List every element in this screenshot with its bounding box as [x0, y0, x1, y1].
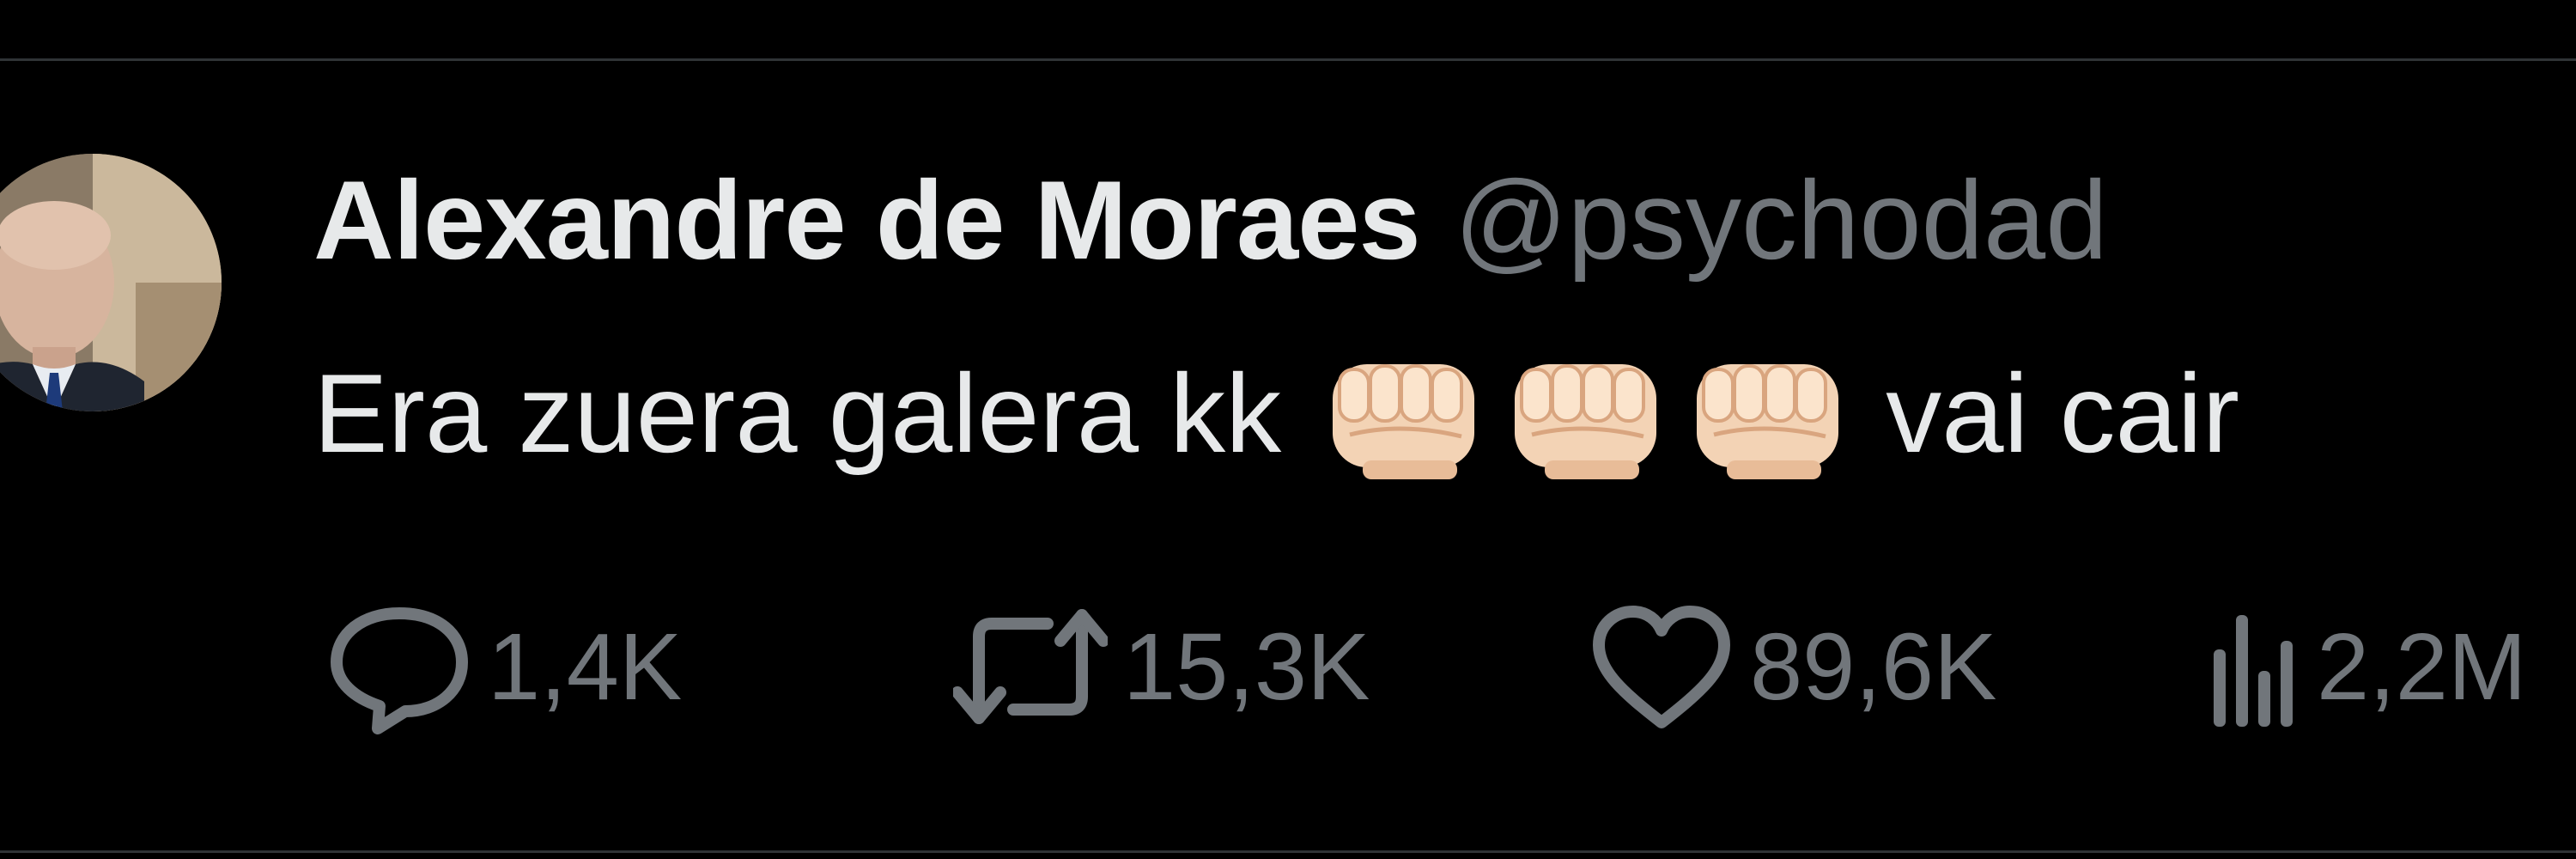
oncoming-fist-icon: [1315, 340, 1496, 486]
retweet-count: 15,3K: [1123, 613, 1370, 720]
retweet-icon: [953, 598, 1108, 735]
views-button[interactable]: 2,2M: [2207, 598, 2550, 735]
retweet-button[interactable]: 15,3K: [953, 598, 1589, 735]
avatar[interactable]: [0, 154, 222, 411]
reply-count: 1,4K: [488, 613, 683, 720]
oncoming-fist-icon: [1680, 340, 1860, 486]
tweet-text-before-emoji: Era zuera galera kk: [313, 350, 1282, 476]
views-chart-icon: [2207, 598, 2301, 735]
reply-button[interactable]: 1,4K: [326, 598, 953, 735]
author-display-name[interactable]: Alexandre de Moraes: [313, 155, 1421, 284]
oncoming-fist-icon: [1498, 340, 1678, 486]
tweet-action-bar: 1,4K 15,3K 89,6K 2,2M: [326, 589, 2550, 744]
avatar-photo: [0, 154, 222, 411]
tweet-text-after-emoji: vai cair: [1886, 350, 2239, 476]
emoji-group: [1315, 340, 1860, 486]
like-button[interactable]: 89,6K: [1589, 598, 2207, 735]
view-count: 2,2M: [2317, 613, 2527, 720]
author-handle[interactable]: @psychodad: [1455, 155, 2108, 284]
tweet[interactable]: Alexandre de Moraes @psychodad Era zuera…: [0, 61, 2576, 850]
tweet-header: Alexandre de Moraes @psychodad: [313, 155, 2108, 283]
bottom-divider: [0, 850, 2576, 853]
like-count: 89,6K: [1750, 613, 1997, 720]
heart-icon: [1589, 598, 1735, 735]
reply-icon: [326, 598, 472, 735]
tweet-text: Era zuera galera kk vai cair: [313, 340, 2239, 486]
